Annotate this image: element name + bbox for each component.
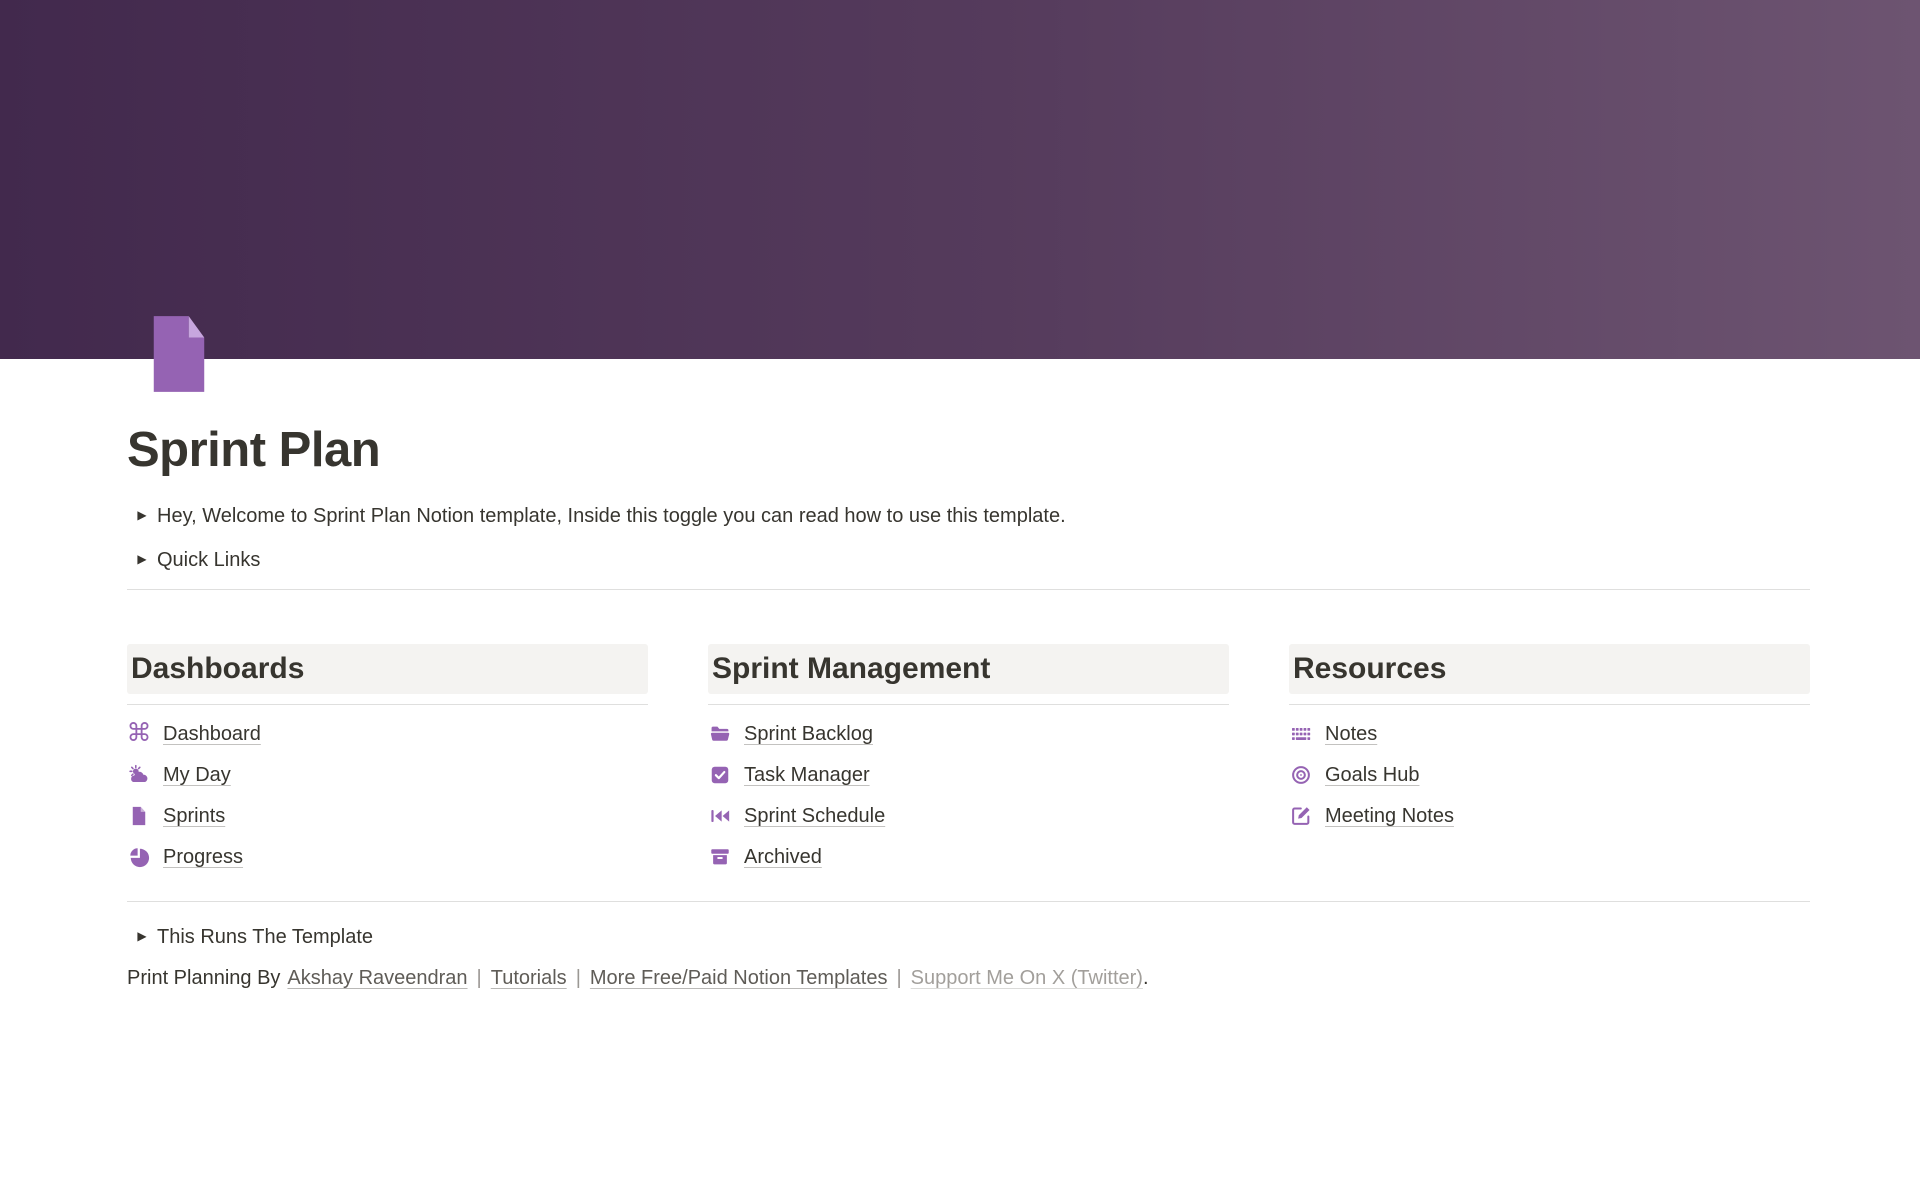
compose-icon <box>1289 804 1313 828</box>
page-link-notes[interactable]: Notes <box>1289 714 1810 755</box>
divider <box>127 589 1810 590</box>
column-dashboards: Dashboards ⌘ Dashboard <box>127 644 648 878</box>
footer-credits: Print Planning By Akshay Raveendran | Tutor… <box>127 965 1810 991</box>
page-link-my-day[interactable]: My Day <box>127 755 648 796</box>
toggle-runs-template-label: This Runs The Template <box>157 924 373 950</box>
page-link-label: My Day <box>163 764 231 787</box>
columns-section: Dashboards ⌘ Dashboard <box>127 644 1810 878</box>
page-link-sprint-schedule[interactable]: Sprint Schedule <box>708 796 1229 837</box>
toggle-caret-icon[interactable]: ▶ <box>127 508 157 524</box>
page-link-label: Sprint Schedule <box>744 805 885 828</box>
heading-dashboards: Dashboards <box>127 644 648 694</box>
page-link-progress[interactable]: Progress <box>127 837 648 878</box>
heading-resources: Resources <box>1289 644 1810 694</box>
page-link-label: Archived <box>744 846 822 869</box>
heading-sprint-management: Sprint Management <box>708 644 1229 694</box>
cover-image <box>0 0 1920 359</box>
keyboard-icon <box>1289 722 1313 746</box>
footer-link-tutorials[interactable]: Tutorials <box>491 967 567 989</box>
toggle-welcome-label: Hey, Welcome to Sprint Plan Notion templ… <box>157 503 1066 529</box>
divider <box>708 704 1229 705</box>
toggle-caret-icon[interactable]: ▶ <box>127 929 157 945</box>
page-link-label: Progress <box>163 846 243 869</box>
footer-link-more-templates[interactable]: More Free/Paid Notion Templates <box>590 967 888 989</box>
page-title[interactable]: Sprint Plan <box>127 421 1810 480</box>
checked-checkbox-icon <box>708 763 732 787</box>
page-link-meeting-notes[interactable]: Meeting Notes <box>1289 796 1810 837</box>
footer-separator: | <box>477 967 482 989</box>
folder-icon <box>708 722 732 746</box>
footer-link-twitter[interactable]: Support Me On X (Twitter) <box>911 967 1143 989</box>
page-link-label: Notes <box>1325 723 1377 746</box>
divider <box>1289 704 1810 705</box>
target-icon <box>1289 763 1313 787</box>
document-icon <box>127 804 151 828</box>
document-icon <box>146 314 212 394</box>
page-link-label: Task Manager <box>744 764 870 787</box>
page-link-label: Goals Hub <box>1325 764 1420 787</box>
toggle-caret-icon[interactable]: ▶ <box>127 552 157 568</box>
divider <box>127 901 1810 902</box>
footer-prefix: Print Planning By <box>127 967 280 989</box>
pie-chart-icon <box>127 845 151 869</box>
rewind-icon <box>708 804 732 828</box>
page-link-label: Dashboard <box>163 723 261 746</box>
toggle-runs-template[interactable]: ▶ This Runs The Template <box>127 917 1810 957</box>
command-icon: ⌘ <box>127 722 151 746</box>
page-link-sprint-backlog[interactable]: Sprint Backlog <box>708 714 1229 755</box>
footer-separator: | <box>896 967 901 989</box>
page-link-archived[interactable]: Archived <box>708 837 1229 878</box>
page-icon[interactable] <box>146 314 212 394</box>
toggle-quick-links[interactable]: ▶ Quick Links <box>127 540 1810 580</box>
column-sprint-management: Sprint Management Sprint Backlog <box>708 644 1229 878</box>
toggle-quick-links-label: Quick Links <box>157 547 260 573</box>
page-link-label: Meeting Notes <box>1325 805 1454 828</box>
page-content: Sprint Plan ▶ Hey, Welcome to Sprint Pla… <box>127 421 1810 991</box>
page-link-task-manager[interactable]: Task Manager <box>708 755 1229 796</box>
footer-separator: | <box>576 967 581 989</box>
page-link-label: Sprints <box>163 805 225 828</box>
page-link-sprints[interactable]: Sprints <box>127 796 648 837</box>
sun-cloud-icon <box>127 763 151 787</box>
page-link-dashboard[interactable]: ⌘ Dashboard <box>127 714 648 755</box>
divider <box>127 704 648 705</box>
column-resources: Resources Notes <box>1289 644 1810 878</box>
toggle-welcome[interactable]: ▶ Hey, Welcome to Sprint Plan Notion tem… <box>127 496 1810 536</box>
archive-icon <box>708 845 732 869</box>
footer-suffix: . <box>1143 967 1149 989</box>
page-link-goals-hub[interactable]: Goals Hub <box>1289 755 1810 796</box>
page-link-label: Sprint Backlog <box>744 723 873 746</box>
footer-link-author[interactable]: Akshay Raveendran <box>287 967 467 989</box>
